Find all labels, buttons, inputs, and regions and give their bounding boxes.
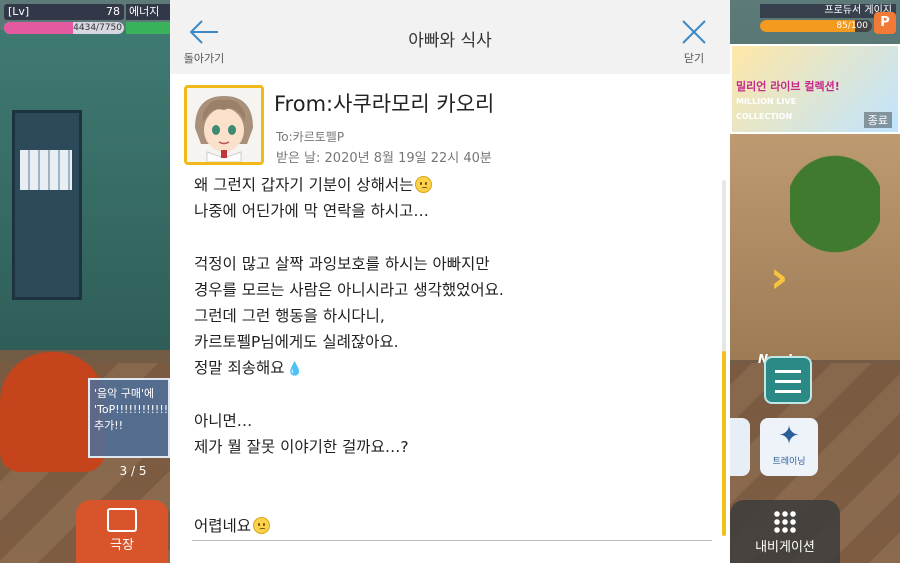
sparkle-icon: ✦ <box>778 421 800 451</box>
navigation-label: 내비게이션 <box>755 540 815 555</box>
sender-info: From:사쿠라모리 카오리 To:카르토펠P 받은 날: 2020년 8월 1… <box>170 74 730 174</box>
mail-body-line: 어렵네요 <box>194 514 271 536</box>
theater-label: 극장 <box>110 538 134 553</box>
worried-face-icon <box>253 516 271 534</box>
training-label: 트레이닝 <box>772 457 806 467</box>
theater-button[interactable]: 극장 <box>76 500 168 563</box>
banner-status: 종료 <box>863 112 892 128</box>
sender-avatar <box>184 85 264 165</box>
binders <box>20 150 72 190</box>
sender-name: From:사쿠라모리 카오리 <box>274 92 495 116</box>
banner-text: 밀리언 라이브 컬렉션! MILLION LIVE COLLECTION <box>736 80 840 121</box>
event-banner[interactable]: 밀리언 라이브 컬렉션! MILLION LIVE COLLECTION 종료 <box>730 44 900 134</box>
mail-body-line: 나중에 어딘가에 막 연락을 하시고… <box>194 202 429 221</box>
menu-button[interactable] <box>764 356 812 404</box>
potted-plant <box>790 140 880 300</box>
menu-icon-bar <box>775 390 801 393</box>
music-purchase-notice[interactable]: '음악 구매'에 'ToP!!!!!!!!!!!!!!' 추가!! <box>88 378 170 458</box>
exp-text: 4434/7750 <box>73 23 122 33</box>
bottom-strip <box>170 541 730 563</box>
mail-body-line: 아니면… <box>194 411 253 430</box>
mail-body-line: 경우를 모르는 사람은 아니시라고 생각했었어요. <box>194 280 504 299</box>
received-date: 받은 날: 2020년 8월 19일 22시 40분 <box>276 151 492 166</box>
character-portrait-icon <box>187 88 261 162</box>
menu-icon-bar <box>775 380 801 383</box>
recipient: To:카르토펠P <box>276 130 345 144</box>
mail-body-line: 왜 그런지 갑자기 기분이 상해서는 <box>194 174 433 195</box>
side-button[interactable] <box>728 418 750 476</box>
level-value: 78 <box>106 5 120 18</box>
page-indicator: 3 / 5 <box>119 464 147 478</box>
sweat-drops-icon: 💧 <box>286 362 303 378</box>
mail-body-line: 그런데 그런 행동을 하시다니, <box>194 307 385 325</box>
bookshelf <box>12 110 82 300</box>
mail-body-line: 카르토펠P님에게도 실례잖아요. <box>194 333 399 352</box>
energy-bar <box>126 22 170 34</box>
mail-body-line: 제가 뭘 잘못 이야기한 걸까요…? <box>194 438 409 456</box>
scrollbar-thumb[interactable] <box>722 350 726 536</box>
producer-badge[interactable]: P <box>874 12 896 34</box>
mail-scrollbar[interactable] <box>722 180 726 536</box>
menu-icon-bar <box>775 370 801 373</box>
mail-panel: 돌아가기 아빠와 식사 닫기 From:사쿠라모리 카오리 To:카르토펠P 받… <box>170 0 730 563</box>
mail-body[interactable]: 왜 그런지 갑자기 기분이 상해서는나중에 어딘가에 막 연락을 하시고… 걱정이… <box>170 174 730 544</box>
level-display: [Lv] 78 <box>4 4 124 20</box>
mail-body-line: 정말 죄송해요 💧 <box>194 359 303 378</box>
grid-dots-icon <box>773 510 797 534</box>
producer-gauge-text: 85/100 <box>836 21 868 31</box>
worried-face-icon <box>415 176 433 193</box>
back-label: 돌아가기 <box>183 52 225 65</box>
energy-label: 에너지 <box>126 4 170 20</box>
mail-body-line: 걱정이 많고 살짝 과잉보호를 하시는 아빠지만 <box>194 254 490 273</box>
mail-header: 돌아가기 아빠와 식사 닫기 <box>170 0 730 74</box>
close-icon <box>682 20 706 44</box>
mail-title: 아빠와 식사 <box>408 31 492 51</box>
close-button[interactable]: 닫기 <box>674 18 714 68</box>
chevron-right-icon[interactable]: › <box>770 252 788 303</box>
theater-icon <box>107 508 137 532</box>
training-button[interactable]: ✦ 트레이닝 <box>760 418 818 476</box>
navigation-button[interactable]: 내비게이션 <box>730 500 840 563</box>
close-label: 닫기 <box>683 52 705 65</box>
level-label: [Lv] <box>8 5 30 18</box>
